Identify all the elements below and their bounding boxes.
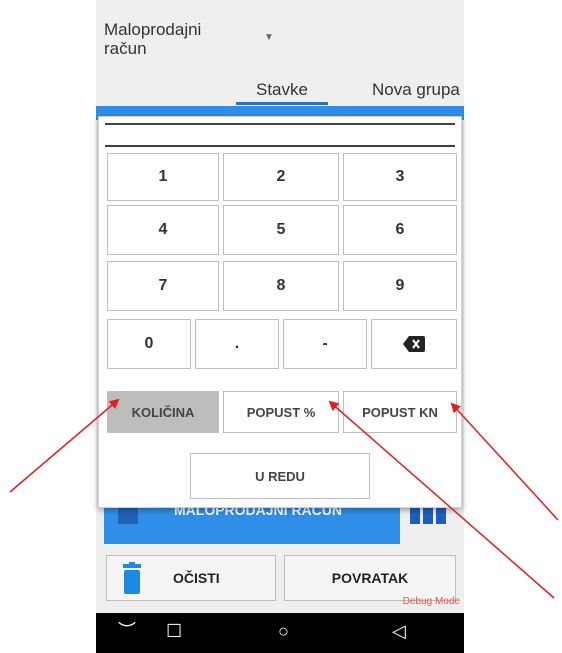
clear-label: OČISTI	[173, 570, 220, 586]
ok-button[interactable]: U REDU	[190, 453, 370, 499]
key-5[interactable]: 5	[223, 205, 339, 255]
key-0[interactable]: 0	[107, 319, 191, 369]
key-6[interactable]: 6	[343, 205, 457, 255]
nav-back-icon[interactable]: ◁	[392, 621, 406, 642]
key-4[interactable]: 4	[107, 205, 219, 255]
debug-mode-label: Debug Mode	[402, 596, 460, 607]
key-1[interactable]: 1	[107, 153, 219, 201]
clear-button[interactable]: OČISTI	[106, 555, 276, 601]
grid-icon[interactable]	[410, 506, 452, 524]
backspace-button[interactable]	[371, 319, 457, 369]
dropdown-caret-icon[interactable]: ▼	[264, 32, 274, 43]
mode-popust-kn-button[interactable]: POPUST KN	[343, 391, 457, 433]
active-tab-indicator	[236, 102, 328, 105]
key-decimal[interactable]: .	[195, 319, 279, 369]
key-8[interactable]: 8	[223, 261, 339, 311]
mode-kolicina-button[interactable]: KOLIČINA	[107, 391, 219, 433]
key-7[interactable]: 7	[107, 261, 219, 311]
trash-icon	[123, 562, 141, 594]
display-top-line	[105, 123, 455, 125]
tab-stavke[interactable]: Stavke	[256, 80, 308, 100]
key-minus[interactable]: -	[283, 319, 367, 369]
screenshot-stage: Maloprodajni račun ▼ Stavke Nova grupa M…	[0, 0, 562, 653]
nav-recents-icon[interactable]: ☐	[166, 621, 182, 642]
mode-popust-percent-button[interactable]: POPUST %	[223, 391, 339, 433]
top-bar: Maloprodajni račun ▼ Stavke Nova grupa	[96, 0, 464, 106]
value-display	[105, 145, 455, 147]
key-9[interactable]: 9	[343, 261, 457, 311]
numeric-input-dialog: 1 2 3 4 5 6 7 8 9 0 . - KOLIČINA POPUST …	[98, 116, 462, 508]
tab-nova-grupa[interactable]: Nova grupa	[372, 80, 460, 100]
nav-hide-keyboard-icon[interactable]: ︶	[118, 617, 136, 643]
arrow-to-popust-kn	[450, 402, 559, 521]
back-label: POVRATAK	[331, 570, 409, 586]
key-2[interactable]: 2	[223, 153, 339, 201]
backspace-icon	[403, 336, 425, 352]
key-3[interactable]: 3	[343, 153, 457, 201]
back-button[interactable]: POVRATAK	[284, 555, 456, 601]
system-nav-bar: ︶ ☐ ○ ◁	[96, 613, 464, 653]
nav-home-icon[interactable]: ○	[278, 621, 289, 642]
document-type-dropdown[interactable]: Maloprodajni račun	[104, 20, 234, 58]
